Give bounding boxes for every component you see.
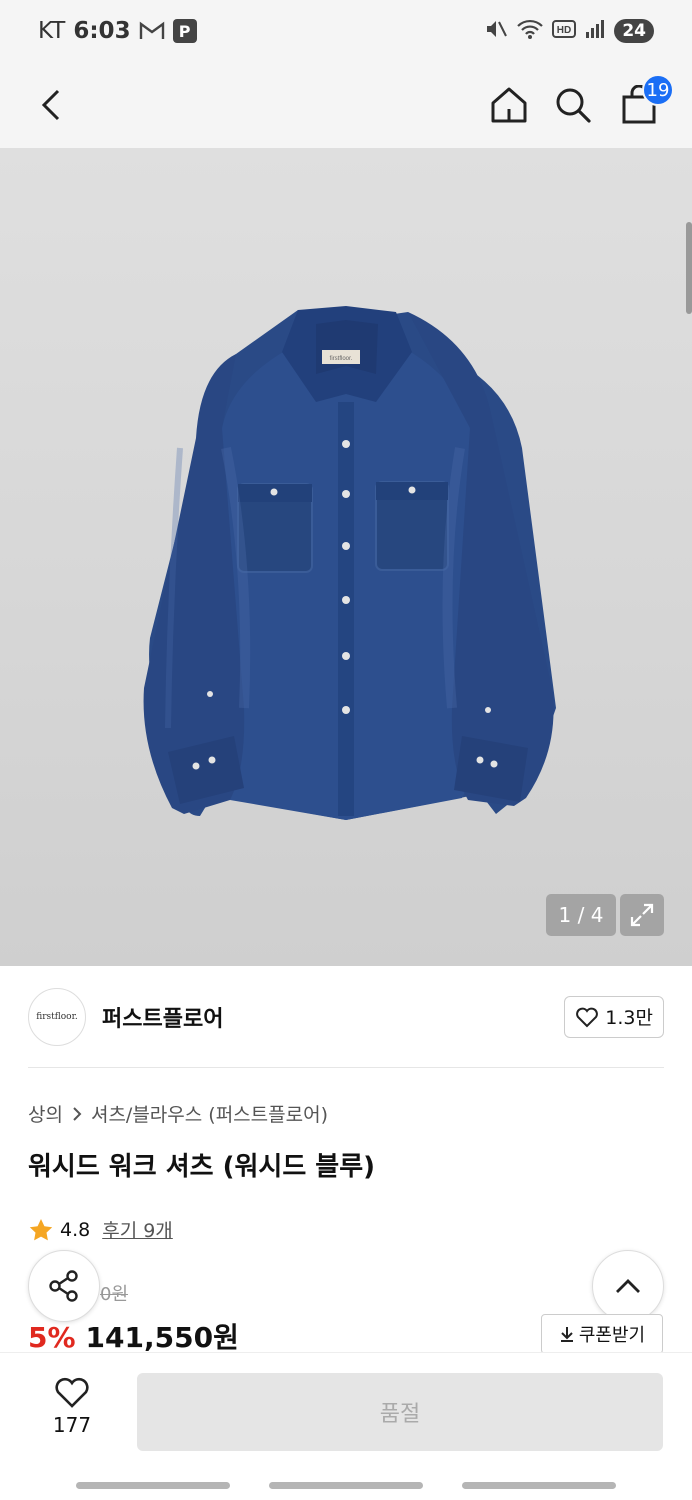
- status-bar: KT 6:03 P HD 24: [0, 0, 692, 62]
- mute-icon: [484, 18, 508, 44]
- home-button[interactable]: [484, 80, 534, 130]
- share-icon: [49, 1270, 78, 1302]
- rating-value: 4.8: [60, 1218, 91, 1241]
- brand-row: firstfloor. 퍼스트플로어 1.3만: [28, 966, 664, 1068]
- gesture-handle-right[interactable]: [462, 1482, 616, 1489]
- top-nav-bar: 19: [0, 62, 692, 148]
- search-button[interactable]: [548, 80, 598, 130]
- breadcrumb-subcategory[interactable]: 셔츠/블라우스 (퍼스트플로어): [91, 1100, 328, 1127]
- breadcrumb: 상의 셔츠/블라우스 (퍼스트플로어): [28, 1100, 328, 1127]
- original-price: 0원: [100, 1284, 129, 1305]
- hd-icon: HD: [552, 19, 577, 43]
- chevron-right-icon: [73, 1106, 82, 1121]
- brand-name[interactable]: 퍼스트플로어: [102, 1001, 223, 1033]
- gesture-nav-bar: [0, 1462, 692, 1500]
- brand-like-count: 1.3만: [605, 1007, 653, 1029]
- heart-icon: [55, 1377, 89, 1408]
- breadcrumb-category[interactable]: 상의: [28, 1100, 63, 1127]
- gesture-handle-left[interactable]: [76, 1482, 230, 1489]
- denim-shirt-image: firstfloor.: [143, 306, 557, 820]
- cart-count-badge: 19: [642, 74, 674, 106]
- download-icon: [560, 1327, 573, 1342]
- parking-icon: P: [172, 19, 197, 43]
- bottom-action-bar: 177 품절: [0, 1352, 692, 1462]
- svg-text:HD: HD: [557, 25, 571, 36]
- expand-icon: [630, 903, 654, 927]
- discount-rate: 5%: [28, 1321, 76, 1354]
- status-left: KT 6:03 P: [38, 18, 197, 44]
- sold-out-button[interactable]: 품절: [137, 1373, 663, 1451]
- gmail-icon: [139, 21, 165, 41]
- wishlist-count: 177: [52, 1413, 92, 1437]
- battery-level: 24: [614, 19, 654, 43]
- heart-icon: [576, 1007, 599, 1027]
- coupon-label: 쿠폰받기: [578, 1325, 646, 1346]
- product-title: 워시드 워크 셔츠 (워시드 블루): [28, 1152, 376, 1182]
- scroll-to-top-button[interactable]: [592, 1250, 664, 1322]
- back-button[interactable]: [26, 80, 76, 130]
- chevron-left-icon: [41, 89, 60, 121]
- product-image-gallery[interactable]: firstfloor. 1 / 4: [0, 148, 692, 966]
- cart-button[interactable]: 19: [614, 74, 674, 130]
- brand-logo[interactable]: firstfloor.: [28, 987, 86, 1046]
- wishlist-button[interactable]: 177: [40, 1375, 104, 1437]
- share-button[interactable]: [28, 1250, 100, 1322]
- status-right: HD 24: [484, 18, 654, 44]
- carrier-label: KT: [38, 18, 66, 44]
- clock: 6:03: [73, 18, 131, 44]
- review-link[interactable]: 후기 9개: [102, 1216, 173, 1243]
- price-row: 5% 141,550원: [28, 1316, 239, 1356]
- coupon-button[interactable]: 쿠폰받기: [541, 1314, 663, 1354]
- sale-price: 141,550원: [85, 1321, 239, 1354]
- signal-icon: [584, 18, 606, 44]
- chevron-up-icon: [616, 1279, 640, 1293]
- search-icon: [556, 88, 591, 123]
- rating-row: 4.8 후기 9개: [28, 1216, 173, 1243]
- shirt-label-text: firstfloor.: [330, 356, 353, 362]
- home-icon: [491, 87, 527, 123]
- expand-image-button[interactable]: [620, 894, 664, 936]
- wifi-icon: [516, 18, 544, 44]
- gesture-handle-center[interactable]: [269, 1482, 423, 1489]
- brand-like-button[interactable]: 1.3만: [564, 995, 664, 1038]
- image-counter: 1 / 4: [546, 894, 616, 936]
- star-icon: [29, 1218, 53, 1240]
